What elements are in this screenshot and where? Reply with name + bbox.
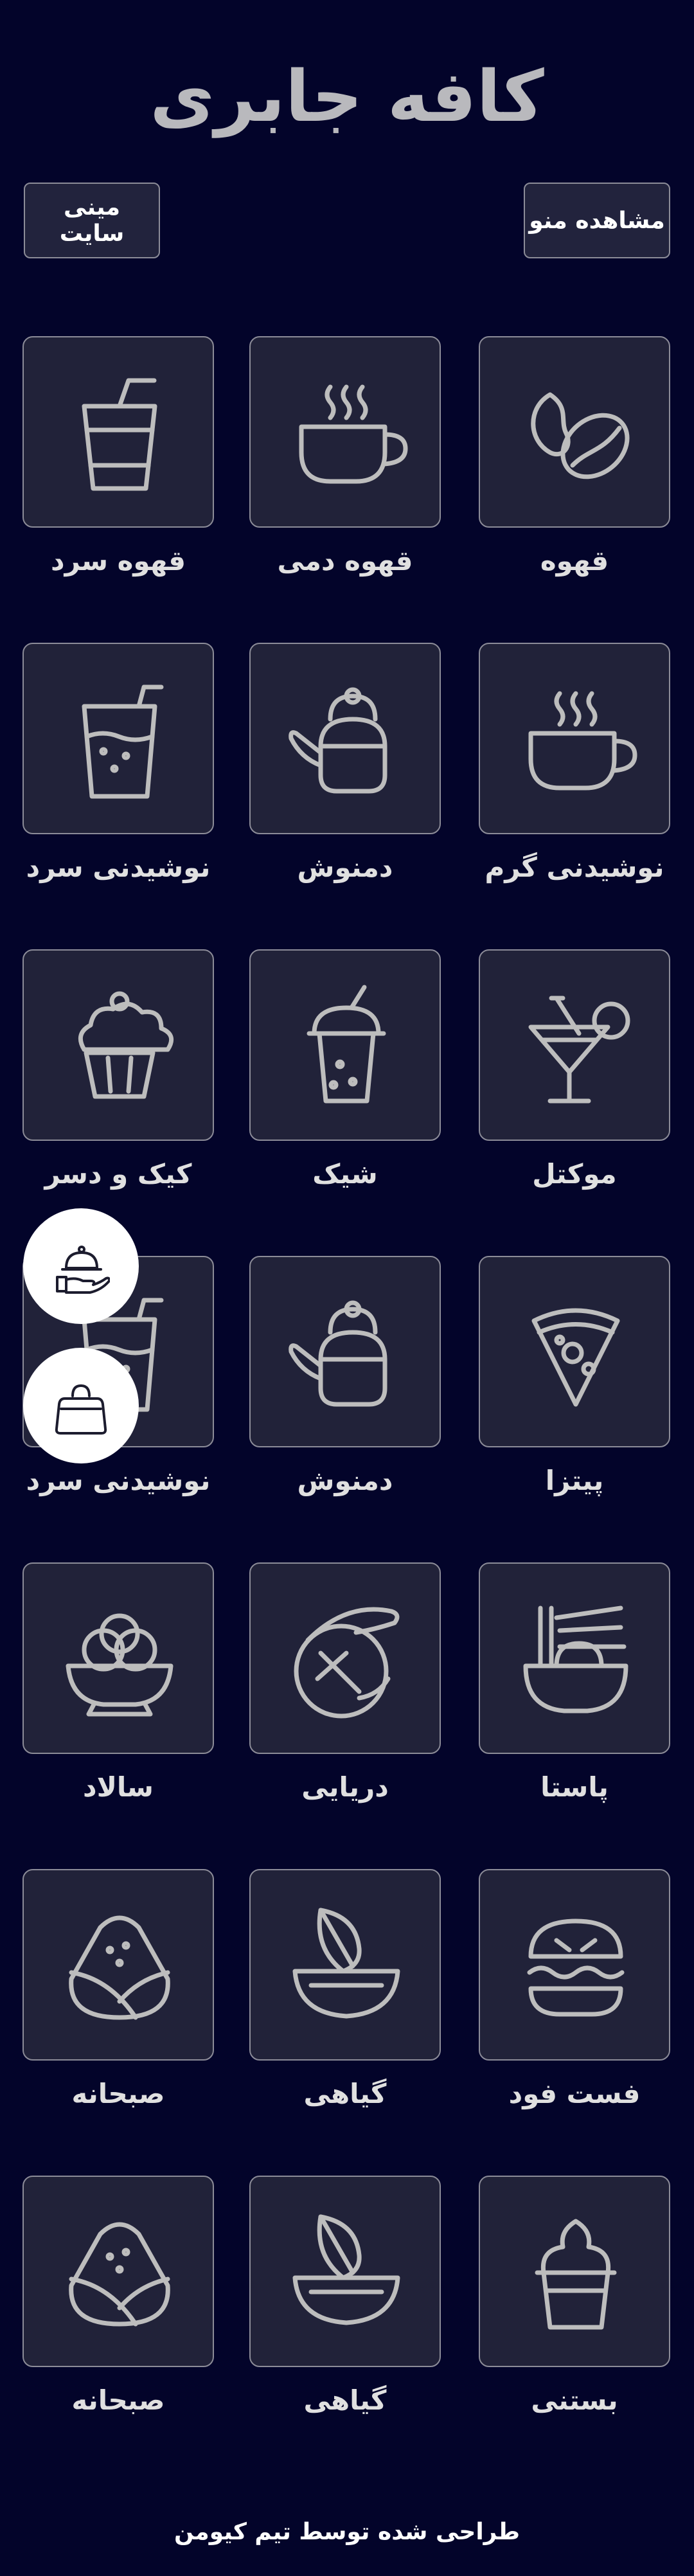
- category-label[interactable]: صبحانه: [3, 2381, 234, 2420]
- category-label[interactable]: دریایی: [229, 1768, 461, 1807]
- category-label[interactable]: گیاهی: [229, 2075, 461, 2113]
- category-tile[interactable]: [249, 1869, 441, 2061]
- category-tile[interactable]: [22, 1562, 214, 1754]
- category-label[interactable]: دمنوش: [229, 1462, 461, 1500]
- category-label[interactable]: کیک و دسر: [3, 1155, 234, 1194]
- category-label[interactable]: قهوه سرد: [3, 542, 234, 580]
- category-label[interactable]: گیاهی: [229, 2381, 461, 2420]
- category-tile[interactable]: [22, 949, 214, 1141]
- category-label[interactable]: پاستا: [459, 1768, 690, 1807]
- category-tile[interactable]: [479, 1256, 670, 1447]
- noodle-bowl-icon: [523, 1606, 628, 1713]
- category-tile[interactable]: [22, 1869, 214, 2061]
- category-label[interactable]: قهوه: [459, 542, 690, 580]
- category-label[interactable]: قهوه دمی: [229, 542, 461, 580]
- shrimp-icon: [294, 1607, 400, 1719]
- leaf-bowl-icon: [292, 2214, 400, 2325]
- category-tile[interactable]: [22, 2176, 214, 2367]
- category-tile[interactable]: [22, 336, 214, 528]
- category-tile[interactable]: [249, 1562, 441, 1754]
- category-label[interactable]: سالاد: [3, 1768, 234, 1807]
- category-label[interactable]: نوشیدنی سرد: [3, 848, 234, 887]
- mini-site-button[interactable]: مینی سایت: [24, 183, 160, 258]
- waiter-service-icon: [56, 1246, 110, 1294]
- coffee-bean-icon: [531, 392, 630, 479]
- category-tile[interactable]: [479, 643, 670, 834]
- category-tile[interactable]: [249, 1256, 441, 1447]
- category-label[interactable]: دمنوش: [229, 848, 461, 887]
- cold-drink-icon: [82, 684, 164, 799]
- pizza-icon: [531, 1308, 620, 1407]
- category-tile[interactable]: [249, 643, 441, 834]
- salad-bowl-icon: [66, 1613, 174, 1717]
- category-tile[interactable]: [479, 2176, 670, 2367]
- category-tile[interactable]: [22, 643, 214, 834]
- category-tile[interactable]: [249, 2176, 441, 2367]
- footer-credit: طراحی شده توسط تیم کیومن: [174, 2519, 520, 2545]
- view-menu-button[interactable]: مشاهده منو: [524, 183, 670, 258]
- category-label[interactable]: بستنی: [459, 2381, 690, 2420]
- category-label[interactable]: صبحانه: [3, 2075, 234, 2113]
- waiter-service-button[interactable]: [23, 1208, 139, 1324]
- category-tile[interactable]: [249, 336, 441, 528]
- category-label[interactable]: فست فود: [459, 2075, 690, 2113]
- shake-icon: [307, 985, 386, 1104]
- category-tile[interactable]: [249, 949, 441, 1141]
- category-tile[interactable]: [479, 336, 670, 528]
- teapot-icon: [289, 687, 387, 794]
- cupcake-icon: [78, 991, 174, 1099]
- leaf-bowl-icon: [292, 1908, 400, 2019]
- burger-icon: [527, 1919, 625, 2017]
- hot-cup-icon: [299, 384, 408, 484]
- wrap-icon: [69, 2222, 170, 2327]
- bag-button[interactable]: [23, 1348, 139, 1463]
- category-label[interactable]: پیتزا: [459, 1462, 690, 1500]
- wrap-icon: [69, 1915, 170, 2020]
- category-label[interactable]: شیک: [229, 1155, 461, 1194]
- ice-cream-icon: [535, 2219, 617, 2330]
- category-label[interactable]: موکتل: [459, 1155, 690, 1194]
- category-tile[interactable]: [479, 1869, 670, 2061]
- bag-icon: [55, 1384, 107, 1435]
- cocktail-icon: [528, 996, 630, 1104]
- category-tile[interactable]: [479, 949, 670, 1141]
- category-label[interactable]: نوشیدنی گرم: [459, 848, 690, 887]
- cold-cup-icon: [82, 378, 157, 491]
- category-tile[interactable]: [479, 1562, 670, 1754]
- hot-cup-icon: [528, 691, 637, 791]
- category-label[interactable]: نوشیدنی سرد: [3, 1462, 234, 1500]
- teapot-icon: [289, 1300, 387, 1407]
- page-title: کافه جابری: [150, 55, 544, 138]
